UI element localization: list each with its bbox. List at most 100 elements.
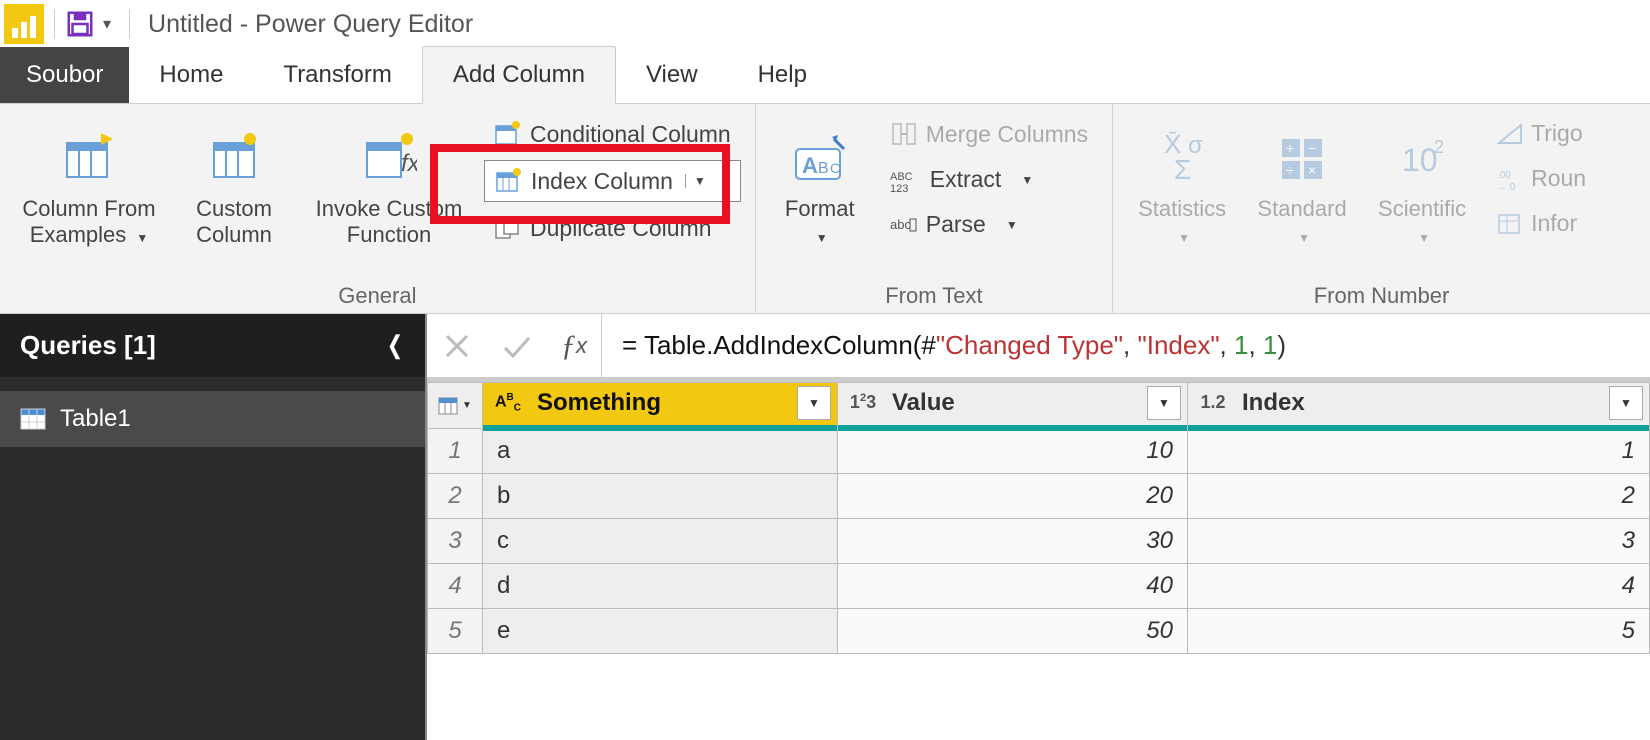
grid-corner-button[interactable]: ▼	[428, 383, 483, 429]
table-row[interactable]: 4 d 40 4	[428, 564, 1650, 609]
trigonometry-button[interactable]: Trigo	[1487, 114, 1596, 153]
column-filter-dropdown[interactable]: ▼	[1147, 386, 1181, 420]
standard-button[interactable]: +−÷× Standard▼	[1247, 112, 1357, 249]
query-item-label: Table1	[60, 405, 131, 433]
standard-icon: +−÷×	[1274, 122, 1330, 192]
collapse-chevron-icon[interactable]: ❬	[385, 331, 405, 360]
svg-text:2: 2	[1434, 137, 1444, 157]
row-number[interactable]: 2	[428, 474, 483, 519]
cell[interactable]: 5	[1188, 609, 1650, 654]
ribbon-tabs: Soubor Home Transform Add Column View He…	[0, 48, 1650, 104]
scientific-button[interactable]: 102 Scientific▼	[1367, 112, 1477, 249]
qat-customize-dropdown[interactable]: ▾	[95, 14, 119, 34]
table-row[interactable]: 2 b 20 2	[428, 474, 1650, 519]
whole-number-type-icon[interactable]: 123	[838, 392, 888, 413]
cell[interactable]: 40	[838, 564, 1188, 609]
row-number[interactable]: 3	[428, 519, 483, 564]
conditional-column-label: Conditional Column	[530, 121, 731, 148]
table-row[interactable]: 1 a 10 1	[428, 429, 1650, 474]
dropdown-caret-icon: ▼	[1013, 173, 1033, 187]
dropdown-caret-icon: ▼	[998, 218, 1018, 232]
dropdown-caret-icon: ▼	[136, 231, 148, 245]
custom-column-button[interactable]: Custom Column	[174, 112, 294, 249]
column-header-something[interactable]: ABC Something ▼	[483, 383, 838, 429]
save-icon[interactable]	[65, 9, 95, 39]
window-title: Untitled - Power Query Editor	[148, 10, 473, 39]
fx-icon[interactable]: ƒx	[547, 314, 602, 377]
row-number[interactable]: 5	[428, 609, 483, 654]
format-button[interactable]: ABC Format▼	[770, 112, 870, 249]
invoke-custom-function-label: Invoke Custom Function	[304, 196, 474, 249]
formula-commit-button[interactable]	[487, 332, 547, 360]
cell[interactable]: 4	[1188, 564, 1650, 609]
queries-panel-header[interactable]: Queries [1] ❬	[0, 314, 425, 377]
app-logo-icon	[4, 4, 44, 44]
svg-text:+: +	[1286, 140, 1294, 156]
cell[interactable]: d	[483, 564, 838, 609]
cell[interactable]: e	[483, 609, 838, 654]
row-number[interactable]: 4	[428, 564, 483, 609]
main-area: ƒx = Table.AddIndexColumn(#"Changed Type…	[425, 314, 1650, 740]
svg-text:C: C	[830, 160, 840, 176]
dropdown-caret-icon[interactable]: ▼	[685, 174, 706, 188]
column-header-index[interactable]: 1.2 Index ▼	[1188, 383, 1650, 429]
format-label: Format	[785, 196, 855, 221]
row-number[interactable]: 1	[428, 429, 483, 474]
column-name: Value	[888, 389, 1147, 417]
cell[interactable]: 50	[838, 609, 1188, 654]
column-name: Index	[1238, 389, 1609, 417]
tab-file[interactable]: Soubor	[0, 47, 129, 103]
svg-text:×: ×	[1308, 162, 1316, 178]
tab-transform[interactable]: Transform	[253, 47, 421, 103]
column-header-value[interactable]: 123 Value ▼	[838, 383, 1188, 429]
query-item-table1[interactable]: Table1	[0, 391, 425, 447]
column-filter-dropdown[interactable]: ▼	[797, 386, 831, 420]
tab-home[interactable]: Home	[129, 47, 253, 103]
rounding-button[interactable]: .00→.0 Roun	[1487, 159, 1596, 198]
invoke-custom-function-button[interactable]: fx Invoke Custom Function	[304, 112, 474, 249]
column-from-examples-button[interactable]: Column From Examples ▼	[14, 112, 164, 249]
decimal-type-icon[interactable]: 1.2	[1188, 392, 1238, 413]
standard-label: Standard	[1257, 196, 1346, 221]
duplicate-column-button[interactable]: Duplicate Column	[484, 208, 741, 248]
tab-view[interactable]: View	[616, 47, 728, 103]
rounding-label: Roun	[1531, 165, 1586, 192]
cell[interactable]: 1	[1188, 429, 1650, 474]
formula-bar: ƒx = Table.AddIndexColumn(#"Changed Type…	[427, 314, 1650, 378]
ribbon-group-general-label: General	[14, 279, 741, 309]
lower-pane: Queries [1] ❬ Table1 ƒx = Table.AddIndex…	[0, 314, 1650, 740]
tab-help[interactable]: Help	[728, 47, 837, 103]
cell[interactable]: c	[483, 519, 838, 564]
cell[interactable]: b	[483, 474, 838, 519]
cell[interactable]: 3	[1188, 519, 1650, 564]
formula-input[interactable]: = Table.AddIndexColumn(#"Changed Type", …	[602, 330, 1650, 361]
extract-button[interactable]: ABC123 Extract ▼	[880, 160, 1098, 199]
formula-cancel-button[interactable]	[427, 332, 487, 360]
ribbon-group-from-text-label: From Text	[770, 279, 1098, 309]
duplicate-column-label: Duplicate Column	[530, 215, 712, 242]
cell[interactable]: 2	[1188, 474, 1650, 519]
text-type-icon[interactable]: ABC	[483, 392, 533, 414]
index-column-button[interactable]: Index Column ▼	[484, 160, 741, 202]
conditional-column-button[interactable]: Conditional Column	[484, 114, 741, 154]
table-row[interactable]: 5 e 50 5	[428, 609, 1650, 654]
information-label: Infor	[1531, 210, 1577, 237]
tab-add-column[interactable]: Add Column	[422, 46, 616, 104]
svg-text:→.0: →.0	[1497, 182, 1516, 190]
cell[interactable]: 10	[838, 429, 1188, 474]
custom-column-icon	[206, 122, 262, 192]
statistics-button[interactable]: X̄σΣ Statistics▼	[1127, 112, 1237, 249]
information-button[interactable]: Infor	[1487, 204, 1596, 243]
parse-button[interactable]: abc Parse ▼	[880, 205, 1098, 244]
cell[interactable]: 30	[838, 519, 1188, 564]
table-row[interactable]: 3 c 30 3	[428, 519, 1650, 564]
merge-columns-button[interactable]: Merge Columns	[880, 114, 1098, 154]
column-filter-dropdown[interactable]: ▼	[1609, 386, 1643, 420]
ribbon-group-from-number: X̄σΣ Statistics▼ +−÷× Standard▼ 102 Scie…	[1113, 104, 1650, 313]
data-grid: ▼ ABC Something ▼	[427, 378, 1650, 740]
cell[interactable]: a	[483, 429, 838, 474]
extract-icon: ABC123	[890, 168, 922, 192]
statistics-label: Statistics	[1138, 196, 1226, 221]
cell[interactable]: 20	[838, 474, 1188, 519]
duplicate-column-icon	[494, 214, 522, 242]
